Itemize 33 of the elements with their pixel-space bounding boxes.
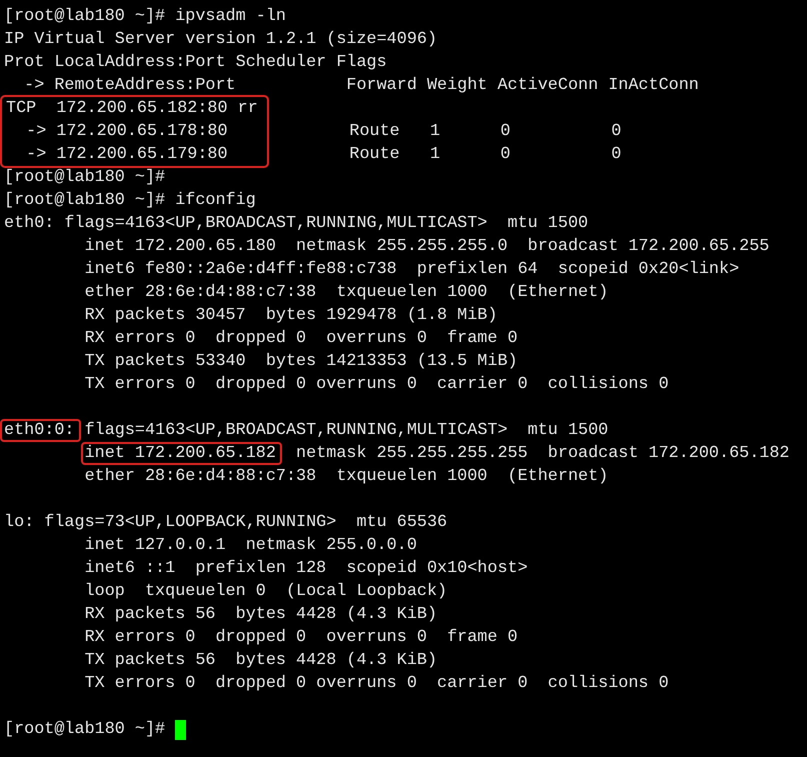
terminal-line: ether 28:6e:d4:88:c7:38 txqueuelen 1000 (Ethernet) xyxy=(84,282,610,304)
terminal-line: RX errors 0 dropped 0 overruns 0 frame 0 xyxy=(84,328,519,350)
terminal-line: -> 172.200.65.179:80 xyxy=(25,144,229,166)
terminal-line: inet 127.0.0.1 netmask 255.0.0.0 xyxy=(84,535,418,557)
terminal-line: IP Virtual Server version 1.2.1 (size=4096) xyxy=(4,29,438,51)
terminal-line: -> RemoteAddress:Port Forward Weight ActiveConn InActConn xyxy=(23,75,700,97)
terminal-line: Route 1 0 0 xyxy=(349,121,622,143)
terminal-line: inet6 fe80::2a6e:d4ff:fe88:c738 prefixlen 64 scopeid 0x20<link> xyxy=(84,259,740,281)
terminal-line: inet 172.200.65.180 netmask 255.255.255.0 broadcast 172.200.65.255 xyxy=(84,236,770,258)
terminal-line: TX packets 56 bytes 4428 (4.3 KiB) xyxy=(84,650,438,672)
terminal-line: -> 172.200.65.178:80 xyxy=(25,121,229,143)
terminal-line: TX errors 0 dropped 0 overruns 0 carrier 0 collisions 0 xyxy=(84,673,670,695)
terminal-line: RX packets 56 bytes 4428 (4.3 KiB) xyxy=(84,604,438,626)
terminal-line: inet6 ::1 prefixlen 128 scopeid 0x10<host> xyxy=(84,558,529,580)
terminal-line: ether 28:6e:d4:88:c7:38 txqueuelen 1000 (Ethernet) xyxy=(84,466,610,488)
highlighted-text: inet 172.200.65.182 xyxy=(80,442,282,465)
terminal-line: TX packets 53340 bytes 14213353 (13.5 MiB) xyxy=(84,351,519,373)
terminal-line: Route 1 0 0 xyxy=(349,144,622,166)
terminal-line: TCP 172.200.65.182:80 rr xyxy=(6,98,259,120)
terminal-line: loop txqueuelen 0 (Local Loopback) xyxy=(84,581,448,603)
terminal-line: RX packets 30457 bytes 1929478 (1.8 MiB) xyxy=(84,305,498,327)
terminal-line: TX errors 0 dropped 0 overruns 0 carrier 0 collisions 0 xyxy=(84,374,670,396)
terminal-line: eth0: flags=4163<UP,BROADCAST,RUNNING,MULTICAST> mtu 1500 xyxy=(4,213,590,235)
terminal-line: [root@lab180 ~]# xyxy=(4,167,166,189)
terminal-line: Prot LocalAddress:Port Scheduler Flags xyxy=(4,52,388,74)
terminal-prompt: [root@lab180 ~]# xyxy=(4,719,166,741)
highlighted-text: eth0:0: xyxy=(0,419,80,442)
terminal-line: lo: flags=73<UP,LOOPBACK,RUNNING> mtu 65536 xyxy=(4,512,448,534)
terminal-line: [root@lab180 ~]# ipvsadm -ln xyxy=(4,6,287,28)
terminal-text: netmask 255.255.255.255 broadcast 172.200.65.182 xyxy=(295,443,790,465)
terminal-line: [root@lab180 ~]# ifconfig xyxy=(4,190,257,212)
terminal-line: RX errors 0 dropped 0 overruns 0 frame 0 xyxy=(84,627,519,649)
terminal-text: flags=4163<UP,BROADCAST,RUNNING,MULTICAST> mtu 1500 xyxy=(84,420,608,442)
